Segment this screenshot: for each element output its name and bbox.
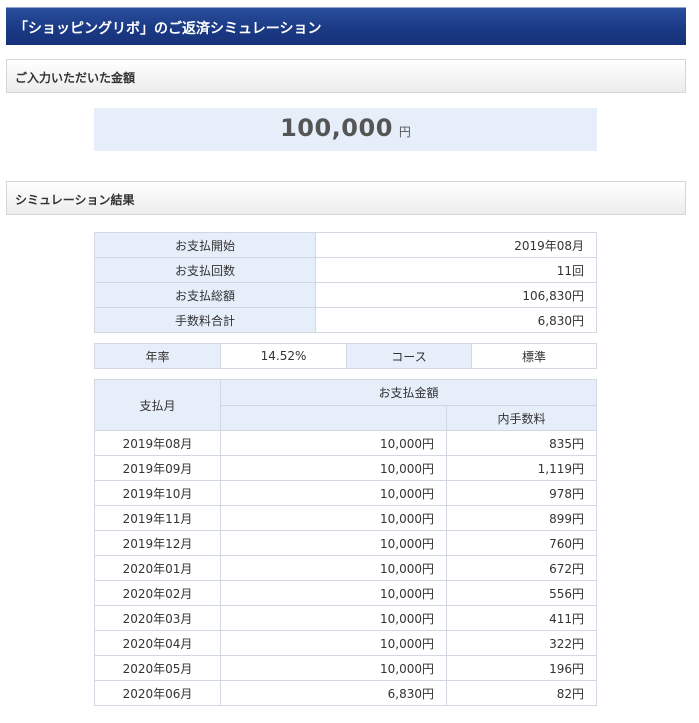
row-amount: 10,000円 — [220, 655, 447, 681]
summary-label: お支払回数 — [94, 257, 316, 283]
table-row: 2020年01月 10,000円 672円 — [94, 555, 597, 581]
summary-label: お支払開始 — [94, 232, 316, 258]
row-month: 2019年12月 — [94, 530, 221, 556]
course-value: 標準 — [471, 343, 597, 369]
row-month: 2020年02月 — [94, 580, 221, 606]
summary-row: お支払開始 2019年08月 — [94, 232, 597, 258]
summary-value: 6,830円 — [315, 307, 597, 333]
row-fee: 835円 — [446, 430, 597, 456]
row-amount: 10,000円 — [220, 630, 447, 656]
summary-row: お支払回数 11回 — [94, 257, 597, 283]
row-fee: 672円 — [446, 555, 597, 581]
row-month: 2020年04月 — [94, 630, 221, 656]
row-month: 2020年05月 — [94, 655, 221, 681]
input-amount-value: 100,000 — [280, 114, 393, 142]
row-fee: 760円 — [446, 530, 597, 556]
row-month: 2019年08月 — [94, 430, 221, 456]
result-section-header: シミュレーション結果 — [6, 181, 686, 215]
row-fee: 82円 — [446, 680, 597, 706]
title-bar: 「ショッピングリボ」のご返済シミュレーション — [6, 7, 686, 45]
table-row: 2020年06月 6,830円 82円 — [94, 680, 597, 706]
input-amount-unit: 円 — [398, 125, 411, 139]
rate-label: 年率 — [94, 343, 221, 369]
summary-label: お支払総額 — [94, 282, 316, 308]
page: 「ショッピングリボ」のご返済シミュレーション ご入力いただいた金額 100,00… — [0, 0, 699, 723]
row-fee: 322円 — [446, 630, 597, 656]
row-fee: 1,119円 — [446, 455, 597, 481]
table-row: 2020年04月 10,000円 322円 — [94, 630, 597, 656]
table-row: 2019年11月 10,000円 899円 — [94, 505, 597, 531]
table-row: 2019年09月 10,000円 1,119円 — [94, 455, 597, 481]
row-month: 2020年03月 — [94, 605, 221, 631]
input-section-header: ご入力いただいた金額 — [6, 59, 686, 93]
rate-course-row: 年率 14.52% コース 標準 — [94, 343, 597, 369]
input-section-title: ご入力いただいた金額 — [15, 71, 136, 85]
row-amount: 10,000円 — [220, 605, 447, 631]
summary-value: 2019年08月 — [315, 232, 597, 258]
row-amount: 10,000円 — [220, 455, 447, 481]
table-row: 2019年12月 10,000円 760円 — [94, 530, 597, 556]
row-amount: 10,000円 — [220, 555, 447, 581]
table-row: 2019年08月 10,000円 835円 — [94, 430, 597, 456]
course-label: コース — [346, 343, 472, 369]
row-fee: 899円 — [446, 505, 597, 531]
table-row: 2020年02月 10,000円 556円 — [94, 580, 597, 606]
row-month: 2019年10月 — [94, 480, 221, 506]
row-amount: 10,000円 — [220, 580, 447, 606]
table-row: 2020年03月 10,000円 411円 — [94, 605, 597, 631]
row-amount: 10,000円 — [220, 430, 447, 456]
row-fee: 411円 — [446, 605, 597, 631]
table-row: 2019年10月 10,000円 978円 — [94, 480, 597, 506]
row-amount: 6,830円 — [220, 680, 447, 706]
summary-row: お支払総額 106,830円 — [94, 282, 597, 308]
rate-course-table: 年率 14.52% コース 標準 — [94, 343, 597, 369]
row-month: 2020年06月 — [94, 680, 221, 706]
row-amount: 10,000円 — [220, 505, 447, 531]
fee-header: 内手数料 — [446, 405, 597, 431]
row-amount: 10,000円 — [220, 530, 447, 556]
amount-header: お支払金額 — [220, 379, 597, 406]
row-fee: 556円 — [446, 580, 597, 606]
row-fee: 978円 — [446, 480, 597, 506]
row-month: 2019年09月 — [94, 455, 221, 481]
table-row: 2020年05月 10,000円 196円 — [94, 655, 597, 681]
row-amount: 10,000円 — [220, 480, 447, 506]
input-amount-box: 100,000 円 — [94, 108, 597, 151]
row-fee: 196円 — [446, 655, 597, 681]
rate-value: 14.52% — [220, 343, 347, 369]
summary-value: 106,830円 — [315, 282, 597, 308]
month-header: 支払月 — [94, 379, 221, 431]
result-section-title: シミュレーション結果 — [15, 193, 135, 207]
payment-schedule-table: 支払月 お支払金額 内手数料 2019年08月 10,000円 835円 201… — [94, 379, 597, 706]
amount-subheader-blank — [220, 405, 447, 431]
row-month: 2019年11月 — [94, 505, 221, 531]
summary-value: 11回 — [315, 257, 597, 283]
summary-table: お支払開始 2019年08月 お支払回数 11回 お支払総額 106,830円 … — [94, 232, 597, 333]
row-month: 2020年01月 — [94, 555, 221, 581]
summary-label: 手数料合計 — [94, 307, 316, 333]
page-title: 「ショッピングリボ」のご返済シミュレーション — [14, 21, 322, 37]
summary-row: 手数料合計 6,830円 — [94, 307, 597, 333]
